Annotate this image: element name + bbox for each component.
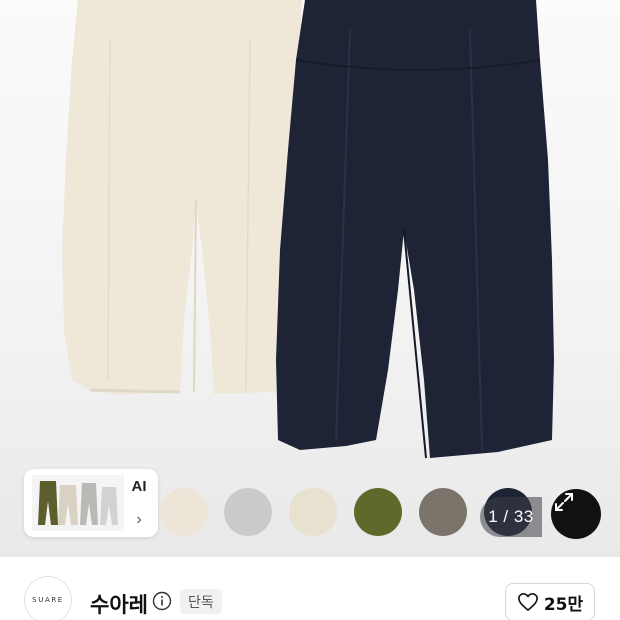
heart-outline-icon <box>517 593 538 611</box>
color-swatch[interactable] <box>354 488 402 536</box>
color-swatch[interactable] <box>160 488 208 536</box>
like-count: 25만 <box>543 594 584 615</box>
image-counter: 1 / 33 <box>480 497 542 537</box>
shop-name[interactable]: 수아레 <box>90 589 148 619</box>
color-swatch[interactable] <box>419 488 467 536</box>
ai-styling-chip[interactable]: AI › <box>24 469 158 537</box>
color-swatch[interactable] <box>224 488 272 536</box>
product-image[interactable]: AI › 1 / 33 <box>0 0 620 557</box>
info-icon[interactable] <box>152 591 172 611</box>
color-swatch[interactable] <box>289 488 337 536</box>
ai-label: AI <box>131 478 147 495</box>
exclusive-badge: 단독 <box>180 589 222 614</box>
chevron-right-icon: › <box>136 511 142 528</box>
shop-logo[interactable]: SUARE <box>24 576 72 620</box>
ai-thumbnail <box>32 475 124 531</box>
expand-arrows-icon <box>555 493 573 511</box>
shop-logo-text: SUARE <box>32 596 64 604</box>
like-button[interactable]: 25만 <box>505 583 595 620</box>
expand-button[interactable] <box>551 489 601 539</box>
